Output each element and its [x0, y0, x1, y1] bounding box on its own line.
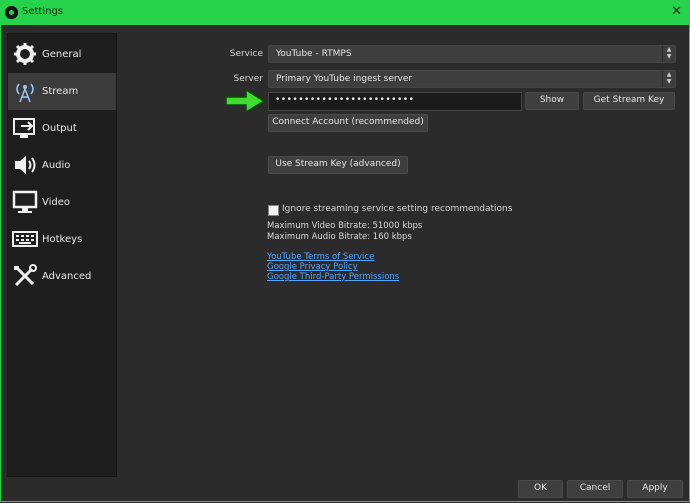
sidebar-item-label: Video [42, 197, 71, 208]
sidebar-item-output[interactable]: Output [8, 110, 116, 147]
sidebar-item-label: General [42, 49, 82, 60]
sidebar-item-video[interactable]: Video [8, 184, 116, 221]
connect-account-button[interactable]: Connect Account (recommended) [268, 114, 428, 132]
show-button[interactable]: Show [525, 92, 579, 110]
gear-icon [14, 43, 36, 65]
sidebar-item-advanced[interactable]: Advanced [8, 258, 116, 295]
google-privacy-link[interactable]: Google Privacy Policy [267, 262, 358, 272]
google-third-party-link[interactable]: Google Third-Party Permissions [267, 272, 399, 282]
service-select[interactable]: YouTube - RTMPS ▲ ▼ [268, 45, 676, 63]
max-video-bitrate: Maximum Video Bitrate: 51000 kbps [267, 221, 423, 231]
sidebar-item-label: Stream [42, 86, 79, 97]
sidebar-item-stream[interactable]: Stream [8, 73, 116, 110]
sidebar-item-label: Output [42, 123, 77, 134]
use-stream-key-button[interactable]: Use Stream Key (advanced) [268, 156, 408, 174]
server-value: Primary YouTube ingest server [276, 74, 413, 84]
ok-button[interactable]: OK [518, 480, 563, 498]
service-label: Service [229, 49, 263, 59]
cancel-button[interactable]: Cancel [567, 480, 623, 498]
service-value: YouTube - RTMPS [276, 49, 352, 59]
updown-arrows-icon: ▲ ▼ [662, 46, 675, 62]
server-select[interactable]: Primary YouTube ingest server ▲ ▼ [268, 70, 676, 88]
monitor-icon [12, 190, 38, 213]
stream-key-value: •••••••••••••••••••••••• [275, 95, 415, 105]
get-stream-key-button[interactable]: Get Stream Key [583, 92, 675, 110]
server-label: Server [233, 74, 263, 84]
obs-logo-icon [5, 6, 18, 19]
speaker-icon [15, 156, 36, 174]
updown-arrows-icon: ▲ ▼ [662, 71, 675, 87]
title-bar: Settings ✕ [0, 0, 690, 25]
close-icon[interactable]: ✕ [671, 4, 682, 19]
settings-sidebar: General Stream Output Audio Video Hotkey… [7, 33, 117, 477]
tools-icon [14, 264, 37, 287]
youtube-terms-link[interactable]: YouTube Terms of Service [267, 252, 374, 262]
stream-key-field[interactable]: •••••••••••••••••••••••• [268, 92, 522, 111]
green-arrow-icon [225, 88, 266, 114]
sidebar-item-general[interactable]: General [8, 36, 116, 73]
sidebar-item-hotkeys[interactable]: Hotkeys [8, 221, 116, 258]
sidebar-item-label: Advanced [42, 271, 92, 282]
keyboard-icon [12, 231, 38, 247]
output-icon [13, 118, 35, 138]
max-audio-bitrate: Maximum Audio Bitrate: 160 kbps [267, 232, 412, 242]
ignore-recommendations-checkbox[interactable] [268, 205, 279, 216]
sidebar-item-audio[interactable]: Audio [8, 147, 116, 184]
sidebar-item-label: Audio [42, 160, 71, 171]
sidebar-item-label: Hotkeys [42, 234, 83, 245]
window-title: Settings [22, 6, 64, 17]
broadcast-icon [16, 83, 34, 103]
apply-button[interactable]: Apply [627, 480, 683, 498]
ignore-recommendations-label: Ignore streaming service setting recomme… [282, 204, 513, 214]
